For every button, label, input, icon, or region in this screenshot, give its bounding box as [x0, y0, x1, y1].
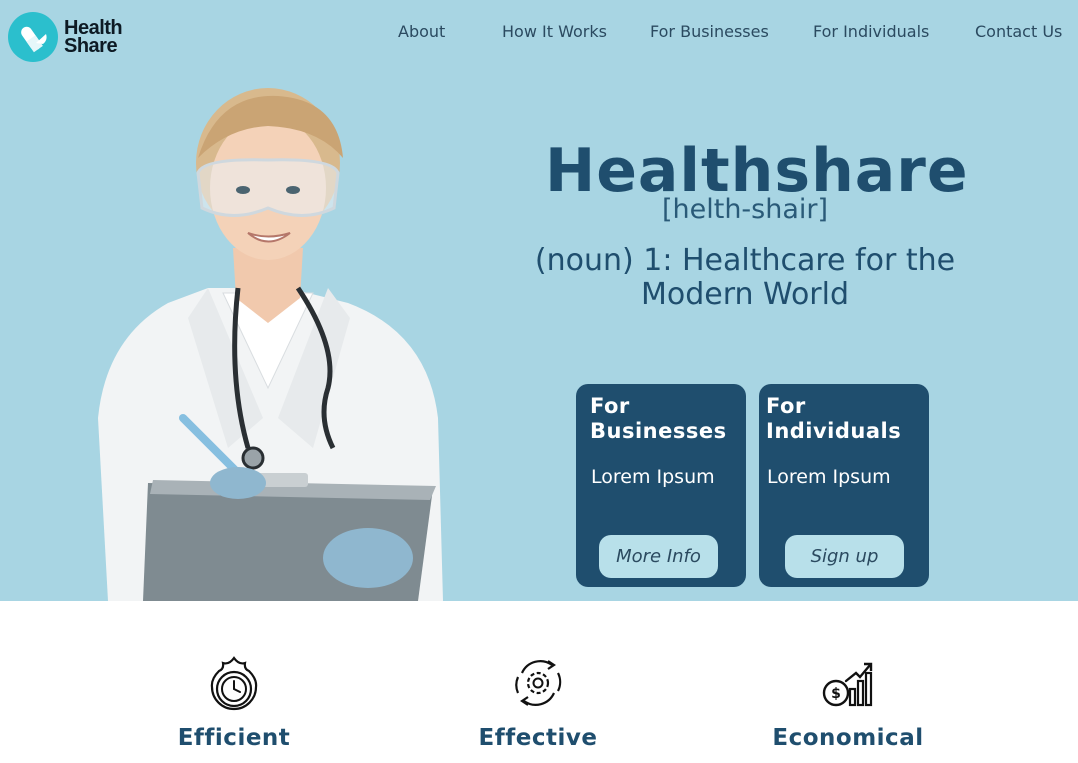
card-for-businesses: For Businesses Lorem Ipsum More Info	[576, 384, 746, 587]
gear-cycle-icon	[515, 660, 562, 706]
sign-up-button[interactable]: Sign up	[785, 535, 904, 578]
feature-label: Effective	[478, 725, 598, 751]
hero-section: Health Share About How It Works For Busi…	[0, 0, 1078, 601]
card-subtitle: Lorem Ipsum	[591, 466, 715, 488]
card-subtitle: Lorem Ipsum	[767, 466, 891, 488]
card-for-individuals: For Individuals Lorem Ipsum Sign up	[759, 384, 929, 587]
more-info-button[interactable]: More Info	[599, 535, 718, 578]
money-growth-icon: $	[822, 662, 873, 707]
main-nav: About How It Works For Businesses For In…	[0, 22, 1078, 42]
nav-for-individuals[interactable]: For Individuals	[813, 22, 929, 41]
svg-text:$: $	[831, 686, 841, 702]
feature-label: Efficient	[177, 725, 291, 751]
feature-efficient: Efficient	[134, 655, 334, 751]
nav-how-it-works[interactable]: How It Works	[502, 22, 607, 41]
doctor-image	[98, 88, 443, 601]
feature-label: Economical	[772, 725, 924, 751]
nav-contact-us[interactable]: Contact Us	[975, 22, 1062, 41]
card-title: For Individuals	[766, 394, 902, 443]
nav-for-businesses[interactable]: For Businesses	[650, 22, 769, 41]
hero-pronunciation: [helth-shair]	[661, 194, 829, 225]
nav-about[interactable]: About	[398, 22, 445, 41]
stopwatch-icon	[210, 656, 258, 711]
card-title: For Businesses	[590, 394, 727, 443]
feature-effective: Effective	[438, 655, 638, 751]
feature-economical: $ Economical	[748, 655, 948, 751]
hero-definition: (noun) 1: Healthcare for the Modern Worl…	[534, 243, 956, 312]
